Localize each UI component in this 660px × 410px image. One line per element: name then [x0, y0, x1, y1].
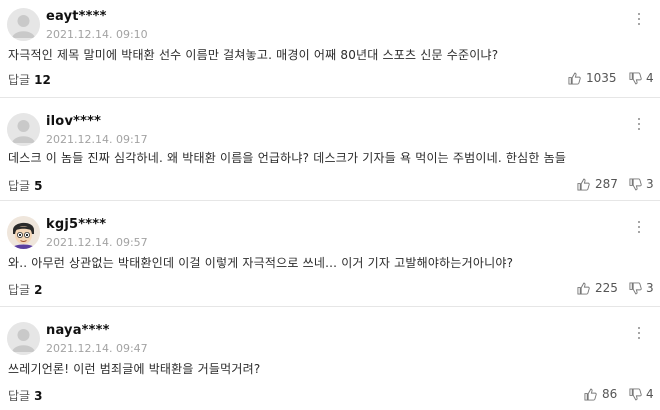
more-options-icon[interactable] [634, 324, 644, 342]
reply-label: 답글 [8, 283, 31, 297]
dislike-button[interactable]: 4 [629, 387, 654, 401]
divider [0, 306, 660, 307]
reply-count: 12 [34, 73, 51, 87]
like-count: 287 [595, 177, 618, 191]
thumbs-down-icon [629, 387, 642, 400]
divider [0, 97, 660, 98]
avatar[interactable] [7, 322, 40, 355]
reply-count: 5 [34, 179, 43, 193]
more-options-icon[interactable] [634, 10, 644, 28]
like-count: 86 [602, 387, 618, 401]
like-button[interactable]: 86 [584, 387, 617, 401]
comment-text: 와.. 아무런 상관없는 박태환인데 이걸 이렇게 자극적으로 쓰네... 이거… [8, 256, 514, 270]
more-options-icon[interactable] [634, 115, 644, 133]
thumbs-up-icon [584, 388, 597, 401]
dislike-count: 3 [646, 177, 654, 191]
comment-text: 자극적인 제목 말미에 박태환 선수 이름만 걸쳐놓고. 매경이 어째 80년대… [8, 48, 499, 62]
like-button[interactable]: 225 [577, 281, 618, 295]
comment-text: 쓰레기언론! 이런 범죄글에 박태환을 거들먹거려? [8, 362, 261, 376]
reply-button[interactable]: 답글 5 [8, 177, 42, 194]
reply-button[interactable]: 답글 12 [8, 71, 51, 88]
thumbs-up-icon [577, 178, 590, 191]
comment-date: 2021.12.14. 09:17 [46, 133, 148, 146]
thumbs-down-icon [629, 177, 642, 190]
dislike-count: 3 [646, 281, 654, 295]
reply-count: 2 [34, 283, 43, 297]
thumbs-up-icon [577, 282, 590, 295]
dislike-count: 4 [646, 71, 654, 85]
dislike-button[interactable]: 4 [629, 71, 654, 85]
thumbs-up-icon [568, 72, 581, 85]
thumbs-down-icon [629, 71, 642, 84]
reply-button[interactable]: 답글 2 [8, 281, 42, 298]
like-count: 225 [595, 281, 618, 295]
comment-date: 2021.12.14. 09:10 [46, 28, 148, 41]
dislike-button[interactable]: 3 [629, 177, 654, 191]
avatar[interactable] [7, 216, 40, 249]
reply-label: 답글 [8, 389, 31, 403]
comment-list: eayt**** 2021.12.14. 09:10 자극적인 제목 말미에 박… [0, 0, 660, 410]
like-button[interactable]: 1035 [568, 71, 617, 85]
divider [0, 200, 660, 201]
comment-author[interactable]: kgj5**** [46, 217, 106, 232]
comment-author[interactable]: eayt**** [46, 9, 107, 24]
avatar[interactable] [7, 113, 40, 146]
reply-label: 답글 [8, 179, 31, 193]
reply-button[interactable]: 답글 3 [8, 387, 42, 404]
reply-label: 답글 [8, 73, 31, 87]
comment-text: 데스크 이 놈들 진짜 심각하네. 왜 박태환 이름을 언급하냐? 데스크가 기… [8, 151, 567, 165]
thumbs-down-icon [629, 281, 642, 294]
reply-count: 3 [34, 389, 43, 403]
comment-author[interactable]: ilov**** [46, 114, 101, 129]
like-button[interactable]: 287 [577, 177, 618, 191]
more-options-icon[interactable] [634, 218, 644, 236]
avatar[interactable] [7, 8, 40, 41]
comment-author[interactable]: naya**** [46, 323, 110, 338]
like-count: 1035 [586, 71, 617, 85]
comment-date: 2021.12.14. 09:57 [46, 236, 148, 249]
dislike-button[interactable]: 3 [629, 281, 654, 295]
dislike-count: 4 [646, 387, 654, 401]
comment-date: 2021.12.14. 09:47 [46, 342, 148, 355]
